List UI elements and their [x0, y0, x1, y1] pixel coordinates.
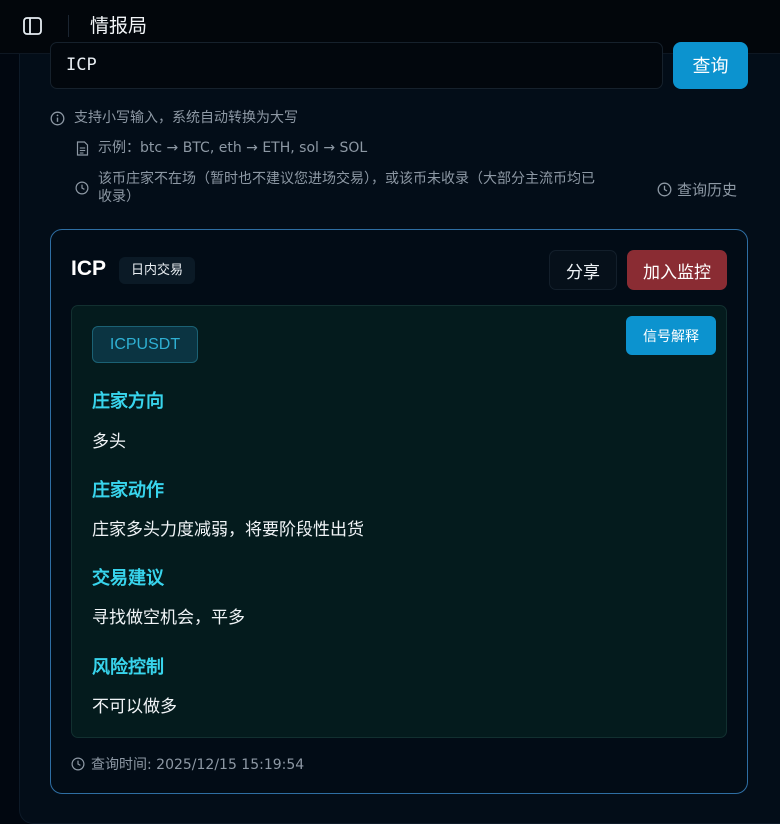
section-text-risk: 不可以做多: [92, 697, 177, 717]
clock-icon: [71, 757, 85, 771]
hint-warning-line2: 收录）: [98, 189, 140, 205]
hint-warning: 该币庄家不在场（暂时也不建议您进场交易），或该币未收录（大部分主流币均已 收录）: [75, 170, 645, 206]
trade-mode-badge: 日内交易: [119, 257, 196, 284]
symbol-title: ICP: [71, 257, 107, 280]
section-heading-advice: 交易建议: [92, 568, 164, 589]
section-heading-risk: 风险控制: [92, 657, 164, 678]
document-icon: [76, 141, 89, 156]
sidebar-toggle-icon: [22, 17, 42, 35]
app-title: 情报局: [90, 15, 148, 37]
section-heading-direction: 庄家方向: [92, 391, 164, 412]
add-monitor-button[interactable]: 加入监控: [627, 250, 727, 290]
clock-icon: [75, 181, 89, 195]
pair-tag: ICPUSDT: [92, 326, 198, 363]
sidebar-toggle-button[interactable]: [22, 16, 42, 36]
hint-example: 示例：btc → BTC, eth → ETH, sol → SOL: [76, 139, 367, 157]
topbar-divider: [68, 15, 69, 37]
section-text-direction: 多头: [92, 432, 126, 452]
section-heading-action: 庄家动作: [92, 480, 164, 501]
query-time-text: 查询时间: 2025/12/15 15:19:54: [91, 757, 305, 773]
search-button[interactable]: 查询: [673, 42, 748, 89]
hint-warning-text: 该币庄家不在场（暂时也不建议您进场交易），或该币未收录（大部分主流币均已 收录）: [98, 170, 595, 206]
section-text-action: 庄家多头力度减弱，将要阶段性出货: [92, 520, 364, 540]
share-button[interactable]: 分享: [549, 250, 617, 290]
query-history-label: 查询历史: [677, 181, 738, 199]
section-text-advice: 寻找做空机会，平多: [92, 608, 245, 628]
hint-case-note: 支持小写输入，系统自动转换为大写: [50, 109, 298, 127]
info-icon: [50, 111, 65, 126]
query-time: 查询时间: 2025/12/15 15:19:54: [71, 754, 304, 774]
hint-case-text: 支持小写输入，系统自动转换为大写: [74, 110, 298, 126]
hint-example-text: 示例：btc → BTC, eth → ETH, sol → SOL: [98, 140, 368, 156]
signal-explain-button[interactable]: 信号解释: [626, 316, 716, 355]
clock-icon: [657, 182, 672, 197]
query-history-link[interactable]: 查询历史: [657, 179, 737, 200]
search-input[interactable]: [50, 42, 663, 89]
hint-warning-line1: 该币庄家不在场（暂时也不建议您进场交易），或该币未收录（大部分主流币均已: [98, 171, 595, 187]
